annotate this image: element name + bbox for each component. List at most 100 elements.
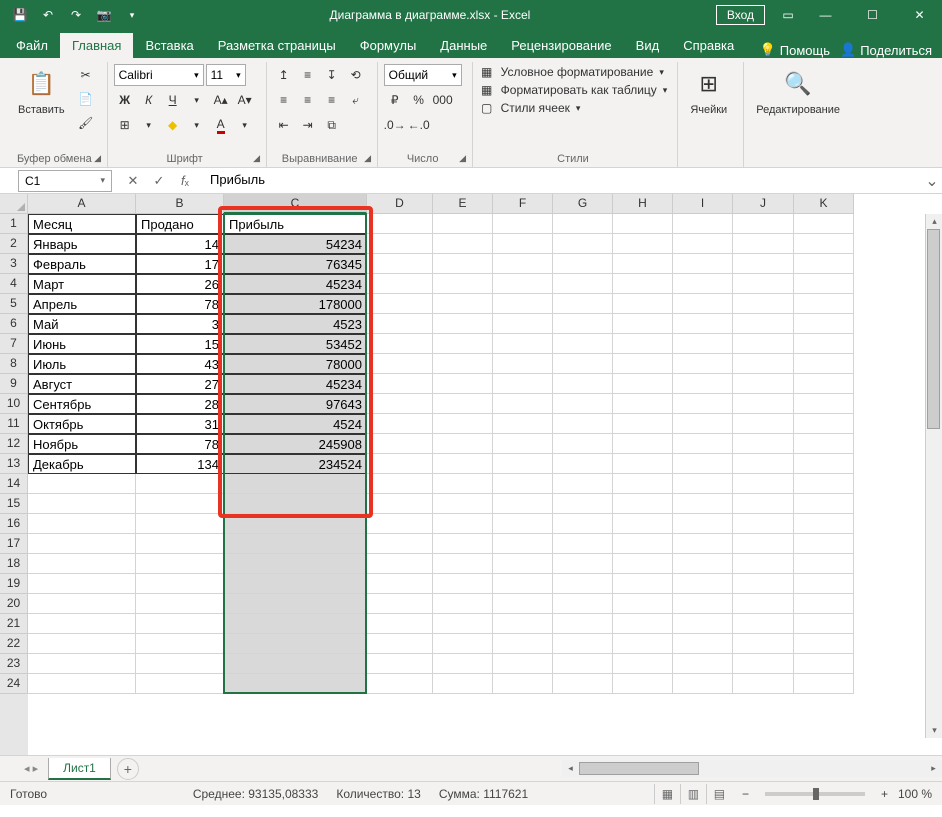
decrease-indent-button[interactable]: ⇤ xyxy=(273,114,295,136)
cell[interactable] xyxy=(794,254,854,274)
cell[interactable] xyxy=(433,674,493,694)
orientation-button[interactable]: ⟲ xyxy=(345,64,367,86)
camera-icon[interactable]: 📷 xyxy=(92,3,116,27)
cell[interactable]: 76345 xyxy=(224,254,367,274)
cell[interactable] xyxy=(553,274,613,294)
font-color-button[interactable]: A xyxy=(210,114,232,136)
fill-dropdown-icon[interactable]: ▾ xyxy=(186,114,208,136)
cell[interactable] xyxy=(433,574,493,594)
clipboard-dialog-launcher[interactable]: ◢ xyxy=(91,151,105,165)
cell[interactable] xyxy=(673,594,733,614)
borders-button[interactable]: ⊞ xyxy=(114,114,136,136)
row-header[interactable]: 4 xyxy=(0,274,28,294)
cell[interactable] xyxy=(613,474,673,494)
cell[interactable] xyxy=(28,634,136,654)
row-header[interactable]: 18 xyxy=(0,554,28,574)
cell[interactable] xyxy=(433,334,493,354)
merge-button[interactable]: ⧉ xyxy=(321,114,343,136)
comma-button[interactable]: 000 xyxy=(432,89,454,111)
cell[interactable] xyxy=(367,234,433,254)
cell[interactable] xyxy=(794,634,854,654)
font-size-combo[interactable]: 11▾ xyxy=(206,64,246,86)
cell-grid[interactable]: МесяцПроданоПрибыльЯнварь1454234Февраль1… xyxy=(28,214,942,755)
cell[interactable] xyxy=(733,234,794,254)
cell[interactable] xyxy=(673,614,733,634)
cell[interactable] xyxy=(367,254,433,274)
sign-in-button[interactable]: Вход xyxy=(716,5,765,25)
cell[interactable] xyxy=(794,394,854,414)
cell[interactable] xyxy=(794,454,854,474)
cell[interactable] xyxy=(136,514,224,534)
cell[interactable] xyxy=(433,614,493,634)
zoom-slider[interactable] xyxy=(765,792,865,796)
cell[interactable] xyxy=(28,674,136,694)
cell[interactable] xyxy=(613,674,673,694)
cell[interactable]: Май xyxy=(28,314,136,334)
cell[interactable] xyxy=(794,414,854,434)
cell[interactable] xyxy=(733,634,794,654)
cell[interactable] xyxy=(553,374,613,394)
cell[interactable] xyxy=(493,514,553,534)
cell[interactable] xyxy=(673,454,733,474)
cell[interactable] xyxy=(613,574,673,594)
scroll-right-icon[interactable]: ▸ xyxy=(925,761,942,776)
cell[interactable] xyxy=(367,454,433,474)
cell[interactable] xyxy=(553,574,613,594)
cell[interactable] xyxy=(224,654,367,674)
cell[interactable] xyxy=(493,414,553,434)
row-header[interactable]: 23 xyxy=(0,654,28,674)
font-dialog-launcher[interactable]: ◢ xyxy=(250,151,264,165)
cell[interactable] xyxy=(493,254,553,274)
tab-формулы[interactable]: Формулы xyxy=(348,33,429,58)
row-header[interactable]: 3 xyxy=(0,254,28,274)
cells-button[interactable]: ⊞ Ячейки xyxy=(684,64,733,120)
row-header[interactable]: 6 xyxy=(0,314,28,334)
row-header[interactable]: 13 xyxy=(0,454,28,474)
select-all-button[interactable] xyxy=(0,194,28,214)
cell[interactable] xyxy=(224,674,367,694)
italic-button[interactable]: К xyxy=(138,89,160,111)
cell[interactable]: 14 xyxy=(136,234,224,254)
cell[interactable] xyxy=(224,614,367,634)
cell[interactable] xyxy=(367,394,433,414)
cell[interactable] xyxy=(613,214,673,234)
cell[interactable] xyxy=(433,314,493,334)
column-header[interactable]: D xyxy=(367,194,433,214)
font-name-combo[interactable]: Calibri▾ xyxy=(114,64,204,86)
cell[interactable] xyxy=(493,214,553,234)
cell[interactable] xyxy=(553,334,613,354)
cell[interactable] xyxy=(28,474,136,494)
cell[interactable] xyxy=(136,614,224,634)
cell[interactable]: 26 xyxy=(136,274,224,294)
tab-вставка[interactable]: Вставка xyxy=(133,33,205,58)
cell[interactable] xyxy=(794,374,854,394)
cell[interactable] xyxy=(367,574,433,594)
cell[interactable] xyxy=(553,394,613,414)
cell[interactable] xyxy=(794,654,854,674)
cell[interactable] xyxy=(28,594,136,614)
cell[interactable]: 45234 xyxy=(224,374,367,394)
cell[interactable] xyxy=(553,614,613,634)
cell[interactable] xyxy=(224,634,367,654)
tab-файл[interactable]: Файл xyxy=(4,33,60,58)
cell[interactable]: Февраль xyxy=(28,254,136,274)
cell[interactable] xyxy=(733,434,794,454)
cell[interactable] xyxy=(613,494,673,514)
editing-button[interactable]: 🔍 Редактирование xyxy=(750,64,846,120)
cell[interactable] xyxy=(733,334,794,354)
cell[interactable] xyxy=(613,394,673,414)
scroll-down-icon[interactable]: ▾ xyxy=(926,723,942,738)
cell[interactable] xyxy=(794,214,854,234)
name-box[interactable]: C1▾ xyxy=(18,170,112,192)
cell[interactable] xyxy=(136,494,224,514)
underline-button[interactable]: Ч xyxy=(162,89,184,111)
cell[interactable]: 178000 xyxy=(224,294,367,314)
cell[interactable] xyxy=(224,594,367,614)
share-button[interactable]: 👤Поделиться xyxy=(840,42,932,58)
cell[interactable]: Ноябрь xyxy=(28,434,136,454)
cell[interactable] xyxy=(794,314,854,334)
cell[interactable] xyxy=(367,554,433,574)
page-break-view-button[interactable]: ▤ xyxy=(706,784,732,804)
row-header[interactable]: 9 xyxy=(0,374,28,394)
cell[interactable] xyxy=(433,234,493,254)
